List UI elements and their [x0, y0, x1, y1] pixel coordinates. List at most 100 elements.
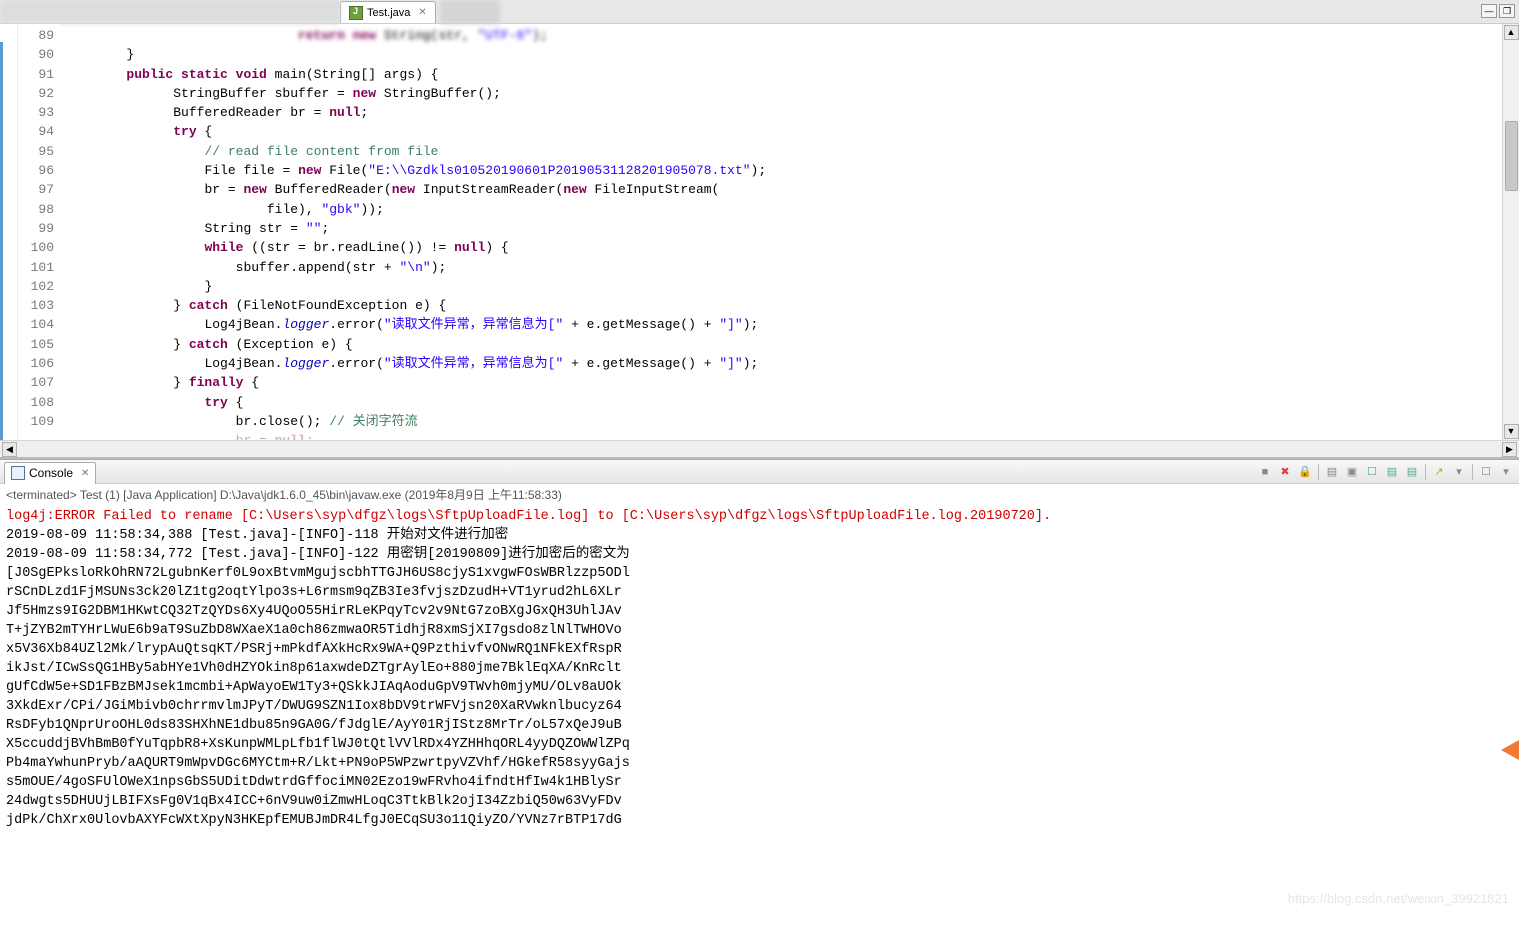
line-number: 92: [18, 84, 54, 103]
line-number-gutter: 8990919293949596979899100101102103104105…: [18, 24, 60, 440]
code-line[interactable]: }: [64, 277, 1502, 296]
blurred-region-left: [0, 0, 340, 24]
scroll-thumb[interactable]: [1505, 121, 1518, 191]
code-line[interactable]: Log4jBean.logger.error("读取文件异常，异常信息为[" +…: [64, 354, 1502, 373]
console-toolbar-button[interactable]: 🔒: [1296, 463, 1314, 481]
window-controls: — ❐: [1481, 4, 1515, 18]
toolbar-separator: [1472, 464, 1473, 480]
console-toolbar-button[interactable]: ▤: [1323, 463, 1341, 481]
code-line[interactable]: public static void main(String[] args) {: [64, 65, 1502, 84]
tab-filename: Test.java: [367, 7, 410, 19]
code-line[interactable]: try {: [64, 122, 1502, 141]
console-toolbar-button[interactable]: ☐: [1477, 463, 1495, 481]
code-line[interactable]: File file = new File("E:\\Gzdkls01052019…: [64, 161, 1502, 180]
console-line: s5mOUE/4goSFUlOWeX1npsGbS5UDitDdwtrdGffo…: [6, 773, 1513, 792]
console-line: gUfCdW5e+SD1FBzBMJsek1mcmbi+ApWayoEW1Ty3…: [6, 678, 1513, 697]
console-toolbar-button[interactable]: ☐: [1363, 463, 1381, 481]
console-toolbar: ■✖🔒▤▣☐▤▤↗▾☐▾: [1256, 463, 1515, 481]
console-toolbar-button[interactable]: ▣: [1343, 463, 1361, 481]
console-line: 3XkdExr/CPi/JGiMbivb0chrrmvlmJPyT/DWUG9S…: [6, 697, 1513, 716]
console-line: 2019-08-09 11:58:34,772 [Test.java]-[INF…: [6, 545, 1513, 564]
code-line[interactable]: // read file content from file: [64, 142, 1502, 161]
line-number: 89: [18, 26, 54, 45]
console-line: Jf5Hmzs9IG2DBM1HKwtCQ32TzQYDs6Xy4UQoO55H…: [6, 602, 1513, 621]
console-toolbar-button[interactable]: ▤: [1403, 463, 1421, 481]
code-line[interactable]: try {: [64, 393, 1502, 412]
console-icon: [11, 466, 25, 480]
code-line[interactable]: } finally {: [64, 373, 1502, 392]
code-content[interactable]: return new String(str, "UTF-8"); } publi…: [60, 24, 1502, 440]
console-line: rSCnDLzd1FjMSUNs3ck20lZ1tg2oqtYlpo3s+L6r…: [6, 583, 1513, 602]
line-number: 106: [18, 354, 54, 373]
line-number: 94: [18, 122, 54, 141]
scroll-right-icon[interactable]: ▶: [1502, 442, 1517, 457]
horizontal-scrollbar[interactable]: ◀ ▶: [0, 440, 1519, 457]
console-toolbar-button[interactable]: ▾: [1450, 463, 1468, 481]
code-line[interactable]: BufferedReader br = null;: [64, 103, 1502, 122]
code-line[interactable]: return new String(str, "UTF-8");: [64, 26, 1502, 45]
line-number: 101: [18, 258, 54, 277]
console-line: log4j:ERROR Failed to rename [C:\Users\s…: [6, 507, 1513, 526]
console-toolbar-button[interactable]: ■: [1256, 463, 1274, 481]
console-toolbar-button[interactable]: ↗: [1430, 463, 1448, 481]
code-line[interactable]: }: [64, 45, 1502, 64]
line-number: 102: [18, 277, 54, 296]
console-output[interactable]: log4j:ERROR Failed to rename [C:\Users\s…: [0, 505, 1519, 926]
line-number: 99: [18, 219, 54, 238]
code-line[interactable]: br = null;: [64, 431, 1502, 440]
console-toolbar-button[interactable]: ▾: [1497, 463, 1515, 481]
change-ruler: [0, 42, 3, 440]
line-number: 103: [18, 296, 54, 315]
console-header: Console ✕ ■✖🔒▤▣☐▤▤↗▾☐▾: [0, 460, 1519, 484]
minimize-icon[interactable]: —: [1481, 4, 1497, 18]
line-number: 91: [18, 65, 54, 84]
scroll-up-icon[interactable]: ▲: [1504, 25, 1519, 40]
tab-close-icon[interactable]: ✕: [418, 7, 426, 18]
console-toolbar-button[interactable]: ▤: [1383, 463, 1401, 481]
code-line[interactable]: while ((str = br.readLine()) != null) {: [64, 238, 1502, 257]
line-number: 105: [18, 335, 54, 354]
console-tab-close-icon[interactable]: ✕: [81, 468, 89, 479]
blurred-region-right: [440, 0, 500, 24]
code-line[interactable]: sbuffer.append(str + "\n");: [64, 258, 1502, 277]
console-line: ikJst/ICwSsQG1HBy5abHYe1Vh0dHZYOkin8p61a…: [6, 659, 1513, 678]
code-line[interactable]: Log4jBean.logger.error("读取文件异常，异常信息为[" +…: [64, 315, 1502, 334]
code-line[interactable]: } catch (FileNotFoundException e) {: [64, 296, 1502, 315]
console-line: x5V36Xb84UZl2Mk/lrypAuQtsqKT/PSRj+mPkdfA…: [6, 640, 1513, 659]
console-line: 24dwgts5DHUUjLBIFXsFg0V1qBx4ICC+6nV9uw0i…: [6, 792, 1513, 811]
code-line[interactable]: br.close(); // 关闭字符流: [64, 412, 1502, 431]
scroll-down-icon[interactable]: ▼: [1504, 424, 1519, 439]
line-number: 98: [18, 200, 54, 219]
console-toolbar-button[interactable]: ✖: [1276, 463, 1294, 481]
line-number: 104: [18, 315, 54, 334]
code-line[interactable]: StringBuffer sbuffer = new StringBuffer(…: [64, 84, 1502, 103]
console-line: 2019-08-09 11:58:34,388 [Test.java]-[INF…: [6, 526, 1513, 545]
console-line: X5ccuddjBVhBmB0fYuTqpbR8+XsKunpWMLpLfb1f…: [6, 735, 1513, 754]
console-status: <terminated> Test (1) [Java Application]…: [0, 484, 1519, 505]
console-panel: Console ✕ ■✖🔒▤▣☐▤▤↗▾☐▾ <terminated> Test…: [0, 459, 1519, 926]
vertical-scrollbar[interactable]: ▲ ▼: [1502, 24, 1519, 440]
code-line[interactable]: String str = "";: [64, 219, 1502, 238]
console-line: jdPk/ChXrx0UlovbAXYFcWXtXpyN3HKEpfEMUBJm…: [6, 811, 1513, 830]
java-file-icon: [349, 6, 363, 20]
code-line[interactable]: file), "gbk"));: [64, 200, 1502, 219]
scroll-track[interactable]: [17, 442, 1502, 457]
code-line[interactable]: } catch (Exception e) {: [64, 335, 1502, 354]
code-line[interactable]: br = new BufferedReader(new InputStreamR…: [64, 180, 1502, 199]
marker-bar: [0, 24, 18, 440]
toolbar-separator: [1318, 464, 1319, 480]
line-number: 108: [18, 393, 54, 412]
line-number: 97: [18, 180, 54, 199]
console-tab[interactable]: Console ✕: [4, 462, 96, 484]
editor-tab-test-java[interactable]: Test.java ✕: [340, 1, 436, 23]
scroll-left-icon[interactable]: ◀: [2, 442, 17, 457]
console-line: T+jZYB2mTYHrLWuE6b9aT9SuZbD8WXaeX1a0ch86…: [6, 621, 1513, 640]
line-number: 107: [18, 373, 54, 392]
line-number: 100: [18, 238, 54, 257]
line-number: 90: [18, 45, 54, 64]
console-tab-label: Console: [29, 466, 73, 480]
console-line: Pb4maYwhunPryb/aAQURT9mWpvDGc6MYCtm+R/Lk…: [6, 754, 1513, 773]
restore-icon[interactable]: ❐: [1499, 4, 1515, 18]
line-number: 93: [18, 103, 54, 122]
code-editor: 8990919293949596979899100101102103104105…: [0, 24, 1519, 459]
